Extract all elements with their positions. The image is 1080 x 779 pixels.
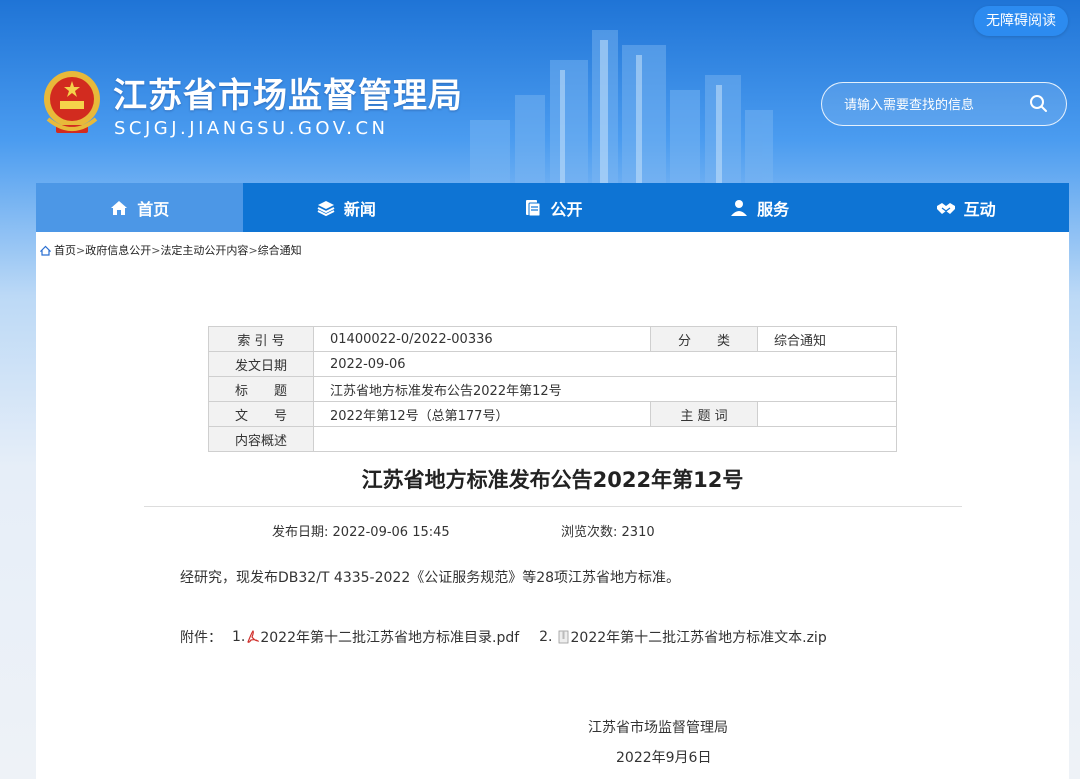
category-label: 分 类 [650,326,758,352]
breadcrumb-item[interactable]: 政府信息公开 [85,242,151,258]
site-domain: SCJGJ.JIANGSU.GOV.CN [114,118,389,139]
date-value: 2022-09-06 [313,351,897,377]
attachments: 附件： 1. 2022年第十二批江苏省地方标准目录.pdf 2. 2022年第十… [180,627,827,647]
search-icon[interactable] [1028,93,1050,115]
search-input[interactable] [842,93,1026,117]
table-row: 发文日期 2022-09-06 [208,351,897,377]
breadcrumb-item[interactable]: 法定主动公开内容 [160,242,248,258]
view-count-label: 浏览次数: [561,525,618,540]
handshake-icon [936,202,955,214]
zip-icon [558,630,568,644]
nav-item-label: 首页 [137,199,170,219]
article-panel: 首页 > 政府信息公开 > 法定主动公开内容 > 综合通知 索 引 号 0140… [36,232,1069,779]
keywords-label: 主 题 词 [650,401,758,427]
document-meta-table: 索 引 号 01400022-0/2022-00336 分 类 综合通知 发文日… [208,326,897,452]
article-title: 江苏省地方标准发布公告2022年第12号 [361,468,744,492]
breadcrumb-separator: > [76,243,86,257]
date-label: 发文日期 [208,351,314,377]
signature-date: 2022年9月6日 [616,750,712,766]
home-icon [40,245,51,256]
layers-icon [317,200,335,216]
table-row: 标 题 江苏省地方标准发布公告2022年第12号 [208,376,897,402]
accessibility-read-button[interactable]: 无障碍阅读 [974,6,1068,36]
pdf-icon [247,630,260,643]
user-icon [731,199,748,216]
national-emblem-icon [44,71,100,133]
index-value: 01400022-0/2022-00336 [313,326,651,352]
publish-date-label: 发布日期: [272,525,329,540]
view-count: 浏览次数: 2310 [561,521,655,540]
main-nav: 首页 新闻 公开 服务 互动 [36,183,1069,232]
table-row: 内容概述 [208,426,897,452]
nav-item-label: 新闻 [343,199,376,219]
nav-item-news[interactable]: 新闻 [243,183,450,232]
nav-item-service[interactable]: 服务 [656,183,863,232]
attachment-link-pdf[interactable]: 2022年第十二批江苏省地方标准目录.pdf [260,627,519,647]
nav-item-label: 服务 [757,199,790,219]
keywords-value [757,401,897,427]
breadcrumb: 首页 > 政府信息公开 > 法定主动公开内容 > 综合通知 [40,242,302,258]
signature-org: 江苏省市场监督管理局 [588,720,728,736]
home-icon [111,200,128,215]
search-box[interactable] [821,82,1067,126]
docno-value: 2022年第12号（总第177号） [313,401,651,427]
article-body: 经研究，现发布DB32/T 4335-2022《公证服务规范》等28项江苏省地方… [180,570,681,586]
attachment-link-zip[interactable]: 2022年第十二批江苏省地方标准文本.zip [571,627,827,647]
nav-item-public[interactable]: 公开 [449,183,656,232]
category-value: 综合通知 [757,326,897,352]
summary-label: 内容概述 [208,426,314,452]
table-row: 文 号 2022年第12号（总第177号） 主 题 词 [208,401,897,427]
breadcrumb-item-current[interactable]: 综合通知 [258,242,302,258]
title-label: 标 题 [208,376,314,402]
attachment-number: 1. [232,629,246,645]
docno-label: 文 号 [208,401,314,427]
breadcrumb-item-home[interactable]: 首页 [54,242,76,258]
view-count-value: 2310 [621,525,655,540]
table-row: 索 引 号 01400022-0/2022-00336 分 类 综合通知 [208,326,897,352]
site-title: 江苏省市场监督管理局 [113,76,463,116]
nav-item-interact[interactable]: 互动 [862,183,1069,232]
index-label: 索 引 号 [208,326,314,352]
summary-value [313,426,897,452]
nav-item-label: 公开 [550,199,583,219]
breadcrumb-separator: > [151,243,161,257]
title-value: 江苏省地方标准发布公告2022年第12号 [313,376,897,402]
divider [144,506,962,507]
attachments-label: 附件： [180,630,222,646]
nav-item-home[interactable]: 首页 [36,183,243,232]
publish-date: 发布日期: 2022-09-06 15:45 [272,521,450,540]
document-icon [526,199,541,216]
breadcrumb-separator: > [248,243,258,257]
publish-date-value: 2022-09-06 15:45 [332,525,450,540]
attachment-number: 2. [539,629,553,645]
nav-item-label: 互动 [963,199,996,219]
